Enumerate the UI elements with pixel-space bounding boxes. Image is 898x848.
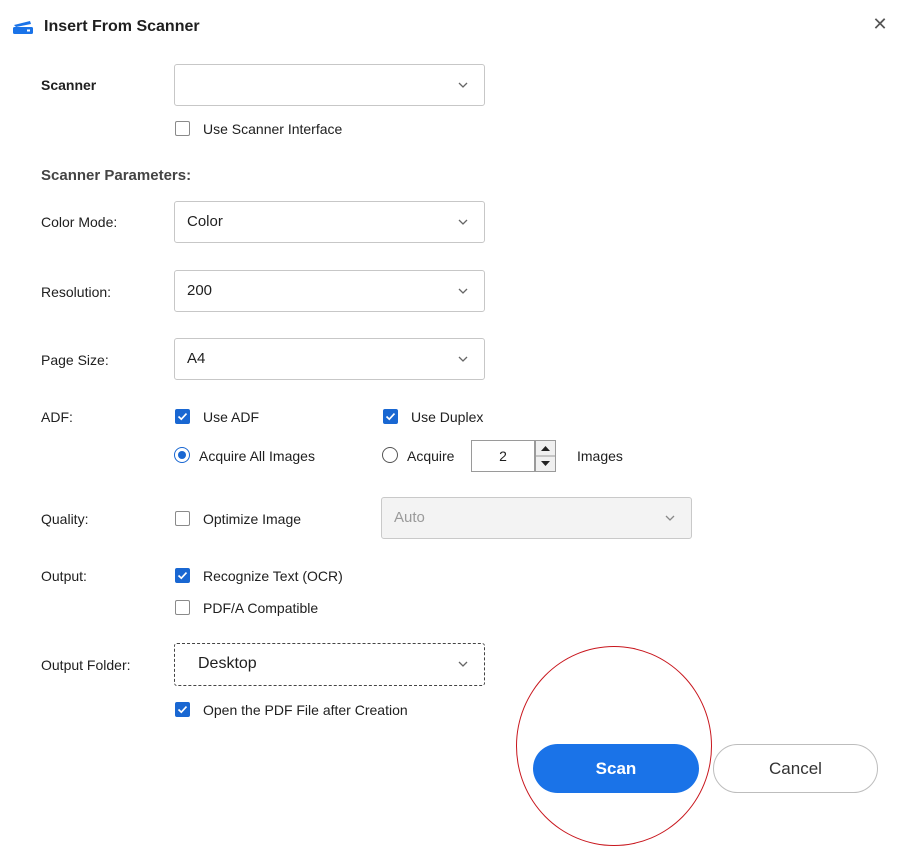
page-size-label: Page Size: (41, 352, 109, 368)
chevron-down-icon (458, 219, 468, 225)
recognize-text-label: Recognize Text (OCR) (203, 568, 343, 584)
quality-label: Quality: (41, 511, 89, 527)
check-icon (177, 706, 188, 714)
chevron-down-icon (458, 288, 468, 294)
scanner-label: Scanner (41, 77, 97, 93)
recognize-text-checkbox[interactable] (175, 568, 190, 583)
optimize-image-label: Optimize Image (203, 511, 302, 527)
pdfa-compatible-checkbox[interactable] (175, 600, 190, 615)
use-adf-checkbox[interactable] (175, 409, 190, 424)
chevron-down-icon (665, 515, 675, 521)
use-adf-label: Use ADF (203, 409, 260, 425)
open-after-creation-label: Open the PDF File after Creation (203, 702, 408, 718)
cancel-button[interactable]: Cancel (713, 744, 878, 793)
open-after-creation-checkbox[interactable] (175, 702, 190, 717)
use-scanner-interface-label: Use Scanner Interface (203, 121, 343, 137)
acquire-label: Acquire (407, 448, 455, 464)
output-folder-value: Desktop (198, 655, 257, 672)
quality-level-select[interactable]: Auto (381, 497, 692, 539)
use-duplex-label: Use Duplex (411, 409, 484, 425)
dialog-title: Insert From Scanner (44, 18, 200, 35)
scan-button[interactable]: Scan (533, 744, 699, 793)
adf-label: ADF: (41, 409, 73, 425)
scanner-select[interactable] (174, 64, 485, 106)
output-folder-label: Output Folder: (41, 657, 131, 673)
stepper-arrows-icon (536, 446, 555, 466)
resolution-select[interactable]: 200 (174, 270, 485, 312)
output-folder-select[interactable]: Desktop (174, 643, 485, 686)
acquire-all-radio[interactable] (174, 447, 190, 463)
resolution-value: 200 (187, 282, 213, 299)
images-label: Images (577, 448, 623, 464)
page-size-select[interactable]: A4 (174, 338, 485, 380)
chevron-down-icon (458, 661, 468, 667)
use-scanner-interface-checkbox[interactable] (175, 121, 190, 136)
check-icon (385, 413, 396, 421)
acquire-all-label: Acquire All Images (199, 448, 315, 464)
acquire-count-stepper[interactable] (535, 440, 556, 472)
dialog-title-bar: Insert From Scanner (12, 14, 200, 40)
quality-level-value: Auto (394, 509, 425, 526)
scanner-icon (12, 19, 34, 35)
close-icon[interactable]: ✕ (866, 10, 894, 38)
check-icon (177, 572, 188, 580)
chevron-down-icon (458, 356, 468, 362)
optimize-image-checkbox[interactable] (175, 511, 190, 526)
color-mode-select[interactable]: Color (174, 201, 485, 243)
use-duplex-checkbox[interactable] (383, 409, 398, 424)
pdfa-compatible-label: PDF/A Compatible (203, 600, 319, 616)
acquire-count-radio[interactable] (382, 447, 398, 463)
acquire-count-input[interactable]: 2 (471, 440, 535, 472)
page-size-value: A4 (187, 350, 206, 367)
output-label: Output: (41, 568, 87, 584)
chevron-down-icon (458, 82, 468, 88)
color-mode-label: Color Mode: (41, 214, 118, 230)
color-mode-value: Color (187, 213, 223, 230)
check-icon (177, 413, 188, 421)
resolution-label: Resolution: (41, 284, 112, 300)
scanner-parameters-heading: Scanner Parameters: (41, 167, 192, 184)
